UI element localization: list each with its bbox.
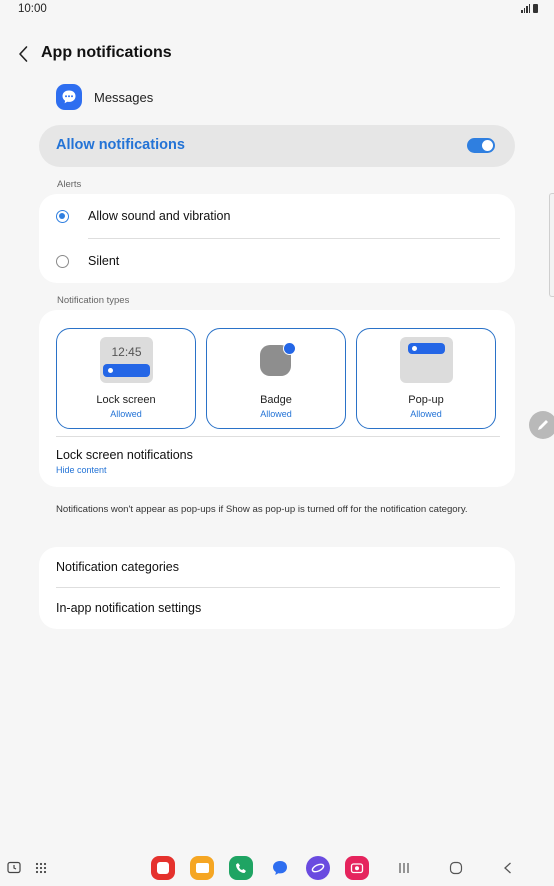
dock-app-camera[interactable] (345, 856, 369, 880)
phone-icon (236, 863, 246, 873)
dock-app-notes[interactable] (151, 856, 175, 880)
in-app-notification-settings-row[interactable]: In-app notification settings (39, 588, 515, 629)
alert-option-label: Silent (88, 254, 120, 268)
home-icon (449, 861, 463, 875)
type-lock-screen[interactable]: 12:45 Lock screen Allowed (56, 328, 196, 429)
back-nav-button[interactable] (494, 850, 522, 886)
allow-notifications-row[interactable]: Allow notifications (39, 125, 515, 167)
dock-app-internet[interactable] (306, 856, 330, 880)
folder-icon (195, 863, 209, 873)
status-time: 10:00 (18, 3, 47, 15)
lock-screen-preview: 12:45 (100, 337, 153, 383)
notification-categories-label: Notification categories (56, 560, 179, 574)
lock-screen-notifications-row[interactable]: Lock screen notifications Hide content (39, 437, 515, 485)
internet-globe-icon (311, 863, 325, 873)
navigation-bar (0, 850, 554, 886)
recents-button[interactable] (390, 850, 418, 886)
type-status: Allowed (410, 409, 442, 419)
notification-types-section-label: Notification types (57, 295, 130, 306)
popup-bar-icon (408, 343, 445, 354)
in-app-notification-settings-label: In-app notification settings (56, 601, 202, 615)
radio-unselected[interactable] (56, 254, 69, 268)
lock-screen-notifications-value: Hide content (56, 465, 107, 475)
type-badge[interactable]: Badge Allowed (206, 328, 346, 429)
recents-icon (399, 863, 409, 873)
apps-grid-button[interactable] (27, 850, 55, 886)
signal-icon (521, 4, 530, 13)
battery-icon (533, 4, 538, 13)
type-status: Allowed (110, 409, 142, 419)
back-button[interactable] (12, 42, 36, 66)
allow-notifications-toggle[interactable] (467, 138, 495, 153)
pencil-icon (538, 420, 548, 430)
header: App notifications (0, 40, 554, 68)
type-title: Pop-up (408, 394, 444, 406)
badge-dot-icon (283, 342, 296, 355)
dock-app-phone[interactable] (229, 856, 253, 880)
more-settings-card: Notification categories In-app notificat… (39, 547, 515, 629)
alert-option-silent[interactable]: Silent (39, 239, 515, 283)
screen-clock-icon (7, 861, 21, 874)
status-bar: 10:00 (0, 0, 554, 20)
alert-option-sound-vibration[interactable]: Allow sound and vibration (39, 194, 515, 238)
radio-selected[interactable] (56, 209, 69, 223)
alert-option-label: Allow sound and vibration (88, 209, 231, 223)
pop-up-preview (400, 337, 453, 383)
allow-notifications-label: Allow notifications (56, 137, 185, 153)
messages-icon (273, 861, 287, 875)
dock-app-files[interactable] (190, 856, 214, 880)
page-title: App notifications (41, 44, 172, 61)
camera-icon (350, 863, 364, 874)
status-icons (521, 4, 538, 13)
type-pop-up[interactable]: Pop-up Allowed (356, 328, 496, 429)
apps-grid-icon (35, 862, 47, 874)
type-title: Badge (260, 394, 292, 406)
back-icon (504, 862, 511, 874)
notes-icon (157, 862, 169, 874)
messages-app-icon (56, 84, 82, 110)
alerts-card: Allow sound and vibration Silent (39, 194, 515, 283)
notification-types-card: 12:45 Lock screen Allowed Badge Allowed … (39, 310, 515, 487)
home-button[interactable] (442, 850, 470, 886)
chevron-left-icon (19, 46, 28, 62)
dock-app-messages[interactable] (268, 856, 292, 880)
app-row: Messages (56, 83, 153, 111)
type-status: Allowed (260, 409, 292, 419)
preview-time: 12:45 (111, 345, 142, 359)
notification-categories-row[interactable]: Notification categories (39, 547, 515, 587)
app-name: Messages (94, 89, 154, 105)
type-title: Lock screen (96, 394, 156, 406)
toggle-knob (482, 140, 493, 151)
edge-panel-handle[interactable] (549, 193, 554, 297)
recent-apps-screen-button[interactable] (0, 850, 28, 886)
pop-up-info-text: Notifications won't appear as pop-ups if… (56, 504, 468, 515)
floating-edit-button[interactable] (529, 411, 554, 439)
lock-screen-notifications-title: Lock screen notifications (56, 448, 193, 462)
notification-bar-icon (103, 364, 150, 377)
alerts-section-label: Alerts (57, 179, 82, 190)
